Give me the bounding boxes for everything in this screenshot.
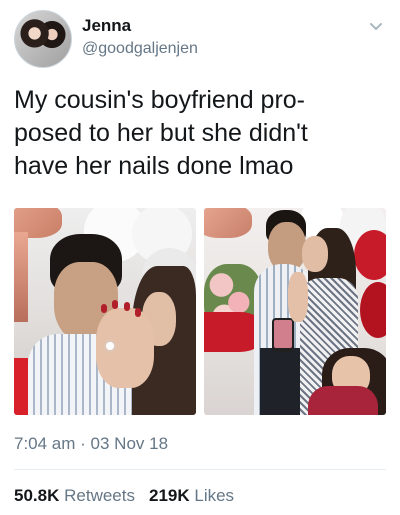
chevron-down-icon[interactable] [368,18,384,34]
tweet-header: Jenna @goodgaljenjen [14,10,386,68]
photo-proposal-kiss[interactable] [204,208,386,415]
divider [14,469,386,470]
likes-count: 219K [148,486,190,505]
tweet-media [14,208,386,415]
retweets-stat[interactable]: 50.8K Retweets [14,486,135,505]
likes-label: Likes [194,486,235,505]
retweets-label: Retweets [64,486,135,505]
tweet-timestamp[interactable]: 7:04 am · 03 Nov 18 [14,434,168,454]
display-name[interactable]: Jenna [82,16,131,36]
avatar[interactable] [14,10,72,68]
likes-stat[interactable]: 219K Likes [149,486,234,505]
tweet-text: My cousin's boyfriend pro- posed to her … [14,86,308,180]
retweets-count: 50.8K [14,486,60,505]
photo-proposal-closeup[interactable] [14,208,196,415]
tweet-stats: 50.8K Retweets 219K Likes [14,486,234,506]
user-handle[interactable]: @goodgaljenjen [82,40,198,58]
